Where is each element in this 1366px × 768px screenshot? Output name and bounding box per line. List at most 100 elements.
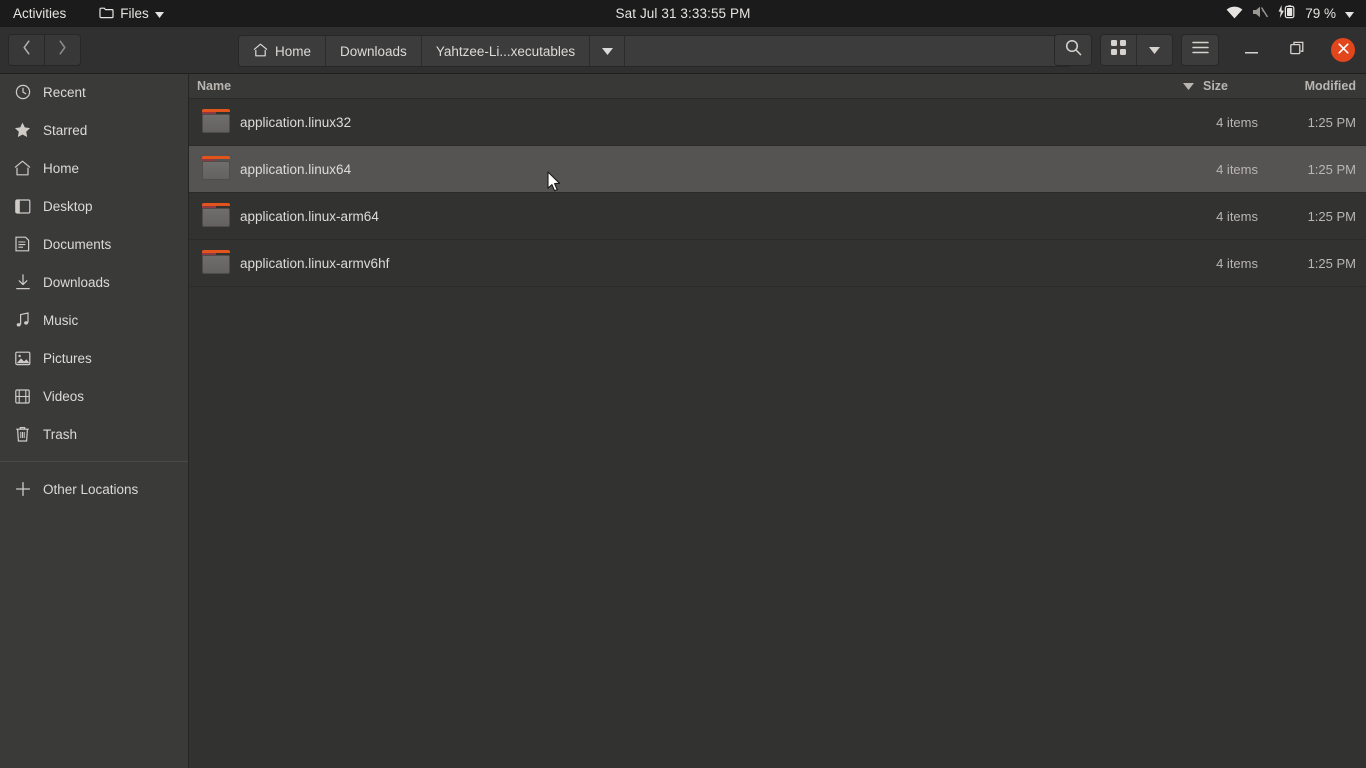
file-list-view: Name Size Modified application.linux32 4 … (188, 73, 1366, 768)
activities-label: Activities (13, 6, 67, 21)
table-row[interactable]: application.linux-arm64 4 items 1:25 PM (188, 193, 1366, 240)
minimize-icon (1244, 41, 1258, 59)
clock-label[interactable]: Sat Jul 31 3:33:55 PM (616, 6, 751, 21)
hamburger-menu-icon (1191, 41, 1209, 59)
breadcrumb: Home Downloads Yahtzee-Li...xecutables (238, 35, 1072, 67)
wifi-icon (1226, 6, 1243, 22)
maximize-button[interactable] (1283, 36, 1311, 64)
star-icon (14, 122, 31, 139)
app-menu-label: Files (120, 6, 149, 21)
music-note-icon (14, 312, 31, 329)
breadcrumb-label-home: Home (275, 43, 312, 59)
back-button[interactable] (9, 35, 44, 65)
sidebar-label-videos: Videos (43, 388, 85, 404)
column-header-modified[interactable]: Modified (1305, 79, 1356, 93)
sidebar-separator (0, 461, 188, 462)
sidebar-item-videos[interactable]: Videos (0, 377, 188, 415)
clock-icon (14, 84, 31, 101)
breadcrumb-item-downloads[interactable]: Downloads (326, 36, 422, 66)
sidebar-item-trash[interactable]: Trash (0, 415, 188, 453)
forward-button[interactable] (44, 35, 80, 65)
search-button[interactable] (1054, 34, 1092, 66)
volume-muted-icon (1252, 5, 1269, 22)
file-name: application.linux-armv6hf (240, 255, 390, 271)
sidebar-label-trash: Trash (43, 426, 78, 442)
table-row[interactable]: application.linux32 4 items 1:25 PM (188, 99, 1366, 146)
sidebar-item-other-locations[interactable]: Other Locations (0, 470, 188, 508)
home-icon (14, 160, 31, 177)
trash-icon (14, 426, 31, 443)
system-tray[interactable]: 79 % (1220, 0, 1360, 27)
breadcrumb-empty-space[interactable] (625, 36, 1071, 66)
sidebar-label-music: Music (43, 312, 79, 328)
sidebar-label-starred: Starred (43, 122, 88, 138)
plus-icon (14, 481, 31, 498)
sidebar-label-downloads: Downloads (43, 274, 110, 290)
film-icon (14, 388, 31, 405)
chevron-down-icon (1149, 41, 1160, 59)
download-icon (14, 274, 31, 291)
chevron-left-icon (22, 40, 31, 60)
desktop-icon (14, 198, 31, 215)
chevron-down-icon (154, 6, 164, 21)
view-mode-group (1100, 34, 1173, 66)
table-row[interactable]: application.linux64 4 items 1:25 PM (188, 146, 1366, 193)
image-icon (14, 350, 31, 367)
folder-icon (202, 109, 232, 135)
file-size: 4 items (1216, 255, 1258, 271)
sidebar-item-music[interactable]: Music (0, 301, 188, 339)
sidebar-item-starred[interactable]: Starred (0, 111, 188, 149)
view-options-dropdown-button[interactable] (1136, 35, 1172, 65)
file-modified: 1:25 PM (1307, 114, 1356, 130)
file-name: application.linux32 (240, 114, 352, 130)
minimize-button[interactable] (1237, 36, 1265, 64)
main-menu-button[interactable] (1181, 34, 1219, 66)
navigation-buttons (8, 34, 81, 66)
close-icon (1337, 41, 1349, 59)
column-header-name[interactable]: Name (197, 79, 231, 93)
sidebar-label-home: Home (43, 160, 80, 176)
app-menu-button[interactable]: Files (91, 3, 172, 24)
sidebar-item-documents[interactable]: Documents (0, 225, 188, 263)
file-name: application.linux-arm64 (240, 208, 379, 224)
breadcrumb-label-current: Yahtzee-Li...xecutables (435, 43, 576, 59)
sidebar-item-home[interactable]: Home (0, 149, 188, 187)
clock-area: Sat Jul 31 3:33:55 PM (0, 6, 1366, 21)
document-icon (14, 236, 31, 253)
sidebar-label-desktop: Desktop (43, 198, 93, 214)
chevron-right-icon (58, 40, 67, 60)
grid-view-button[interactable] (1101, 35, 1136, 65)
search-icon (1065, 39, 1082, 61)
grid-view-icon (1111, 40, 1126, 60)
activities-button[interactable]: Activities (4, 3, 75, 24)
close-button[interactable] (1331, 38, 1355, 62)
column-header-size[interactable]: Size (1203, 79, 1228, 93)
file-name: application.linux64 (240, 161, 352, 177)
sort-descending-icon[interactable] (1183, 79, 1194, 93)
sidebar-label-pictures: Pictures (43, 350, 92, 366)
breadcrumb-item-current[interactable]: Yahtzee-Li...xecutables (421, 36, 591, 66)
folder-icon (202, 203, 232, 229)
sidebar-item-downloads[interactable]: Downloads (0, 263, 188, 301)
sidebar-item-pictures[interactable]: Pictures (0, 339, 188, 377)
sidebar-label-recent: Recent (43, 84, 86, 100)
sidebar-label-other-locations: Other Locations (43, 481, 139, 497)
sidebar-label-documents: Documents (43, 236, 112, 252)
window-header-bar: Home Downloads Yahtzee-Li...xecutables (0, 27, 1366, 74)
sidebar-item-recent[interactable]: Recent (0, 73, 188, 111)
sidebar-item-desktop[interactable]: Desktop (0, 187, 188, 225)
table-row[interactable]: application.linux-armv6hf 4 items 1:25 PM (188, 240, 1366, 287)
file-size: 4 items (1216, 161, 1258, 177)
file-size: 4 items (1216, 114, 1258, 130)
breadcrumb-label-downloads: Downloads (340, 43, 407, 59)
places-sidebar: Recent Starred Home Desktop Documents Do… (0, 73, 189, 768)
battery-percent-label: 79 % (1305, 6, 1336, 21)
folder-icon (202, 156, 232, 182)
breadcrumb-item-home[interactable]: Home (239, 36, 327, 66)
battery-charging-icon (1278, 5, 1296, 22)
file-modified: 1:25 PM (1307, 255, 1356, 271)
folder-icon (202, 250, 232, 276)
file-modified: 1:25 PM (1307, 208, 1356, 224)
breadcrumb-dropdown-button[interactable] (590, 36, 626, 66)
restore-icon (1290, 41, 1304, 60)
